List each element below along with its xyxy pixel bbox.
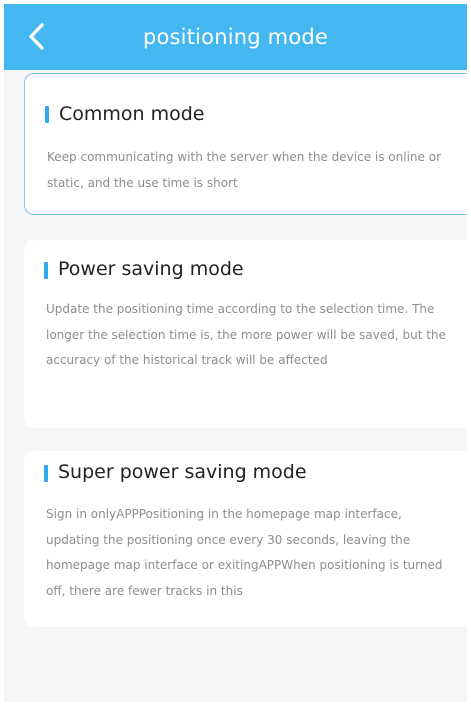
mode-title: Super power saving mode	[58, 461, 307, 483]
positioning-mode-screen: positioning mode Common mode Keep commun…	[4, 4, 467, 702]
mode-description: Update the positioning time according to…	[46, 302, 446, 367]
mode-option-power-saving[interactable]: Power saving mode Update the positioning…	[24, 240, 467, 428]
mode-title: Common mode	[59, 103, 205, 125]
mode-option-super-power-saving[interactable]: Super power saving mode Sign in onlyAPPP…	[24, 451, 467, 627]
mode-description: Sign in onlyAPPPositioning in the homepa…	[46, 507, 443, 598]
mode-description: Keep communicating with the server when …	[47, 150, 441, 190]
title-accent-bar	[45, 106, 49, 123]
page-title: positioning mode	[142, 25, 329, 49]
mode-title: Power saving mode	[58, 258, 244, 280]
title-accent-bar	[44, 262, 48, 279]
mode-option-common[interactable]: Common mode Keep communicating with the …	[24, 73, 467, 215]
header-bar: positioning mode	[4, 4, 467, 70]
title-accent-bar	[44, 465, 48, 482]
